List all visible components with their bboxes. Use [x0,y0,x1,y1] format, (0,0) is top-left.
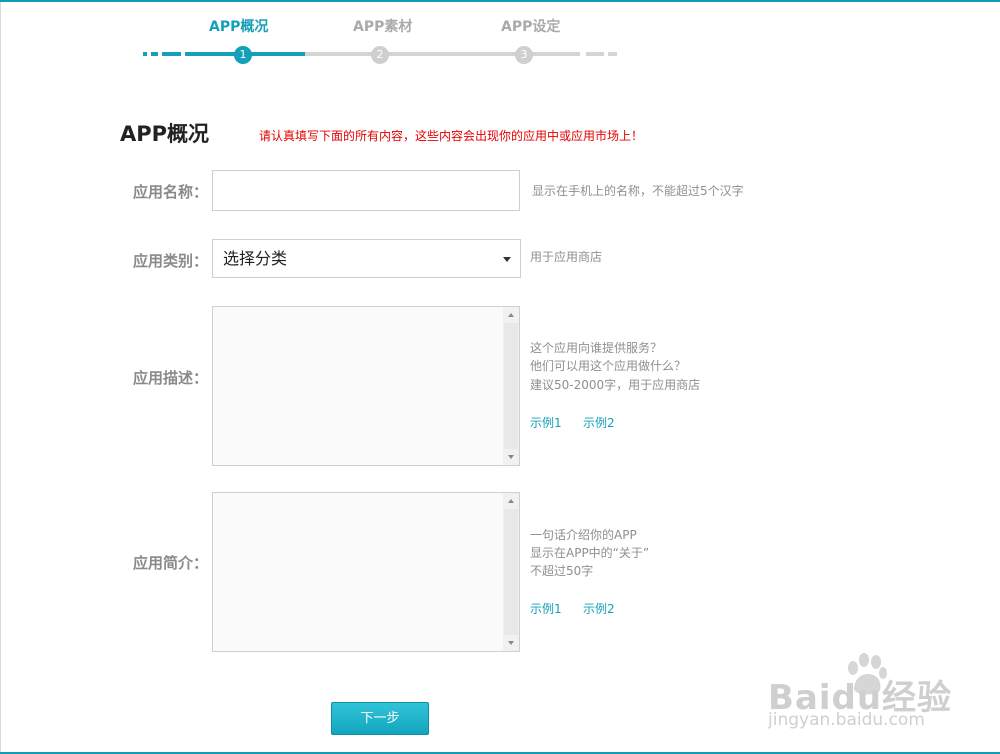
page-title: APP概况 [120,122,210,146]
next-step-button[interactable]: 下一步 [331,702,429,735]
description-hint-line: 他们可以用这个应用做什么？ [530,359,687,373]
scroll-up-icon[interactable] [508,499,514,503]
app-name-hint: 显示在手机上的名称，不能超过5个汉字 [532,184,744,198]
warning-text: 请认真填写下面的所有内容，这些内容会出现你的应用中或应用市场上！ [259,129,644,143]
stepper-dash [586,52,604,56]
stepper-dash [151,52,158,56]
app-description-textarea[interactable] [212,306,520,466]
scroll-track[interactable] [504,323,518,449]
app-intro-textarea[interactable] [212,492,520,652]
stepper-dash [608,52,617,56]
top-border [0,0,1000,2]
app-intro-label: 应用简介： [133,554,209,572]
description-example-1-link[interactable]: 示例1 [530,414,562,431]
step-2-label[interactable]: APP素材 [353,16,412,36]
scroll-down-icon[interactable] [508,641,514,645]
dropdown-caret-icon [503,257,511,262]
stepper-remaining-bar [305,52,580,56]
intro-hint-line: 不超过50字 [530,564,594,578]
step-3-dot: 3 [515,46,533,64]
app-category-label: 应用类别： [133,252,209,270]
scroll-down-icon[interactable] [508,455,514,459]
intro-example-2-link[interactable]: 示例2 [583,600,615,617]
description-scrollbar[interactable] [503,307,519,465]
frame-left-border [0,0,1,754]
app-category-selected: 选择分类 [223,249,288,268]
watermark-url: jingyan.baidu.com [768,710,925,730]
app-name-input[interactable] [212,170,520,211]
app-category-hint: 用于应用商店 [530,250,603,264]
description-example-2-link[interactable]: 示例2 [583,414,615,431]
baidu-jingyan-watermark: Baidu经验 jingyan.baidu.com [762,650,962,740]
stepper-dash [162,52,181,56]
step-1-label[interactable]: APP概况 [209,16,268,36]
description-hint-line: 建议50-2000字，用于应用商店 [530,378,701,392]
scroll-track[interactable] [504,509,518,635]
app-category-select[interactable]: 选择分类 [212,239,521,278]
intro-hint-line: 一句话介绍你的APP [530,528,637,542]
stepper-dash [143,52,147,56]
app-name-label: 应用名称： [133,183,209,201]
step-3-label[interactable]: APP设定 [501,16,560,36]
step-1-dot: 1 [234,46,252,64]
description-hint-line: 这个应用向谁提供服务？ [530,341,663,355]
scroll-up-icon[interactable] [508,313,514,317]
step-2-dot: 2 [371,46,389,64]
app-description-label: 应用描述： [133,369,209,387]
intro-example-1-link[interactable]: 示例1 [530,600,562,617]
intro-scrollbar[interactable] [503,493,519,651]
intro-hint-line: 显示在APP中的“关于” [530,546,650,560]
